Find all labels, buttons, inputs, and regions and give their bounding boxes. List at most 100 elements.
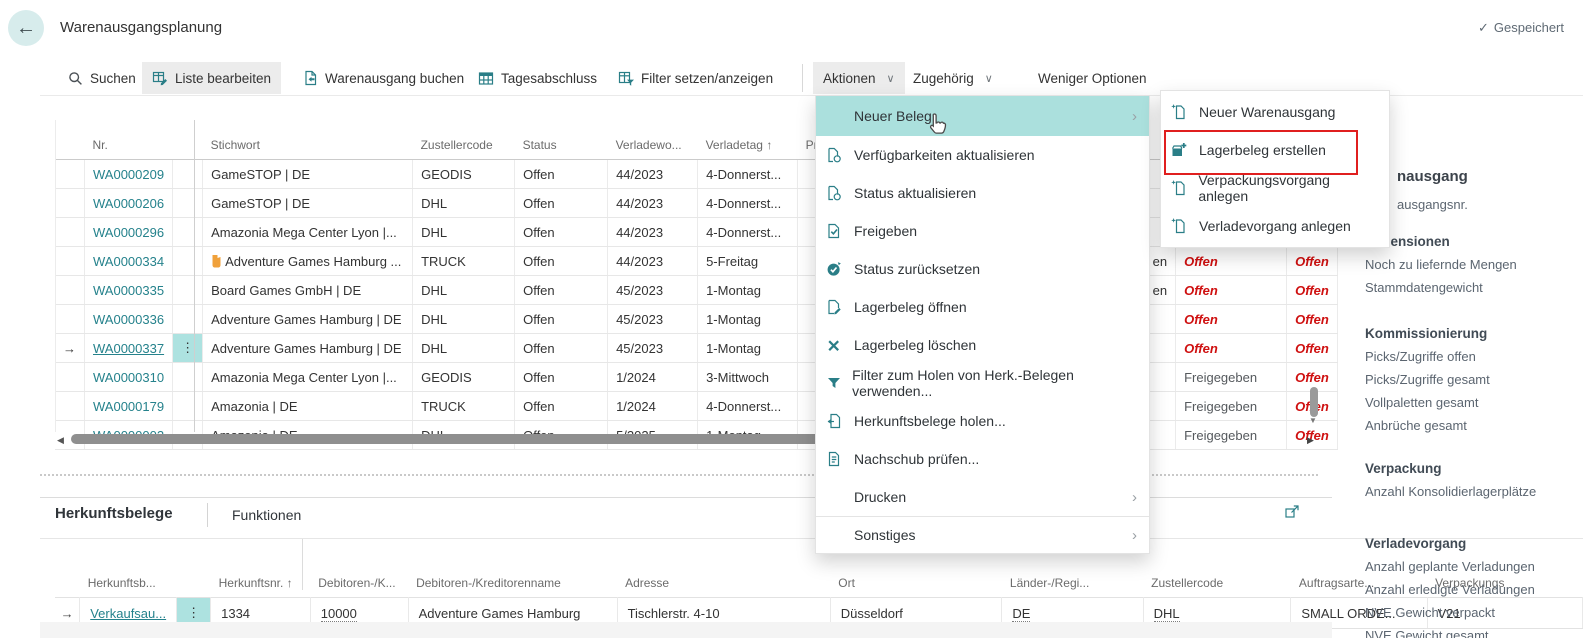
chevron-right-icon: ›: [1132, 527, 1137, 544]
factbox-group-verladevorgang: Verladevorgang Anzahl geplante Verladung…: [1365, 532, 1580, 638]
save-status: ✓Gespeichert: [1478, 20, 1564, 36]
search-icon: [68, 71, 83, 86]
page-title: Warenausgangsplanung: [60, 19, 222, 36]
source-docs-title: Herkunftsbelege: [55, 505, 173, 522]
toolbar-divider: [802, 64, 803, 92]
document-refresh-icon: [826, 185, 842, 201]
calendar-grid-icon: [478, 71, 494, 86]
col-header-status[interactable]: Status: [515, 120, 608, 160]
related-menu-button[interactable]: Zugehörig ∨: [903, 62, 1003, 94]
filter-button[interactable]: Filter setzen/anzeigen: [608, 62, 783, 94]
factbox-field: Stammdatengewicht: [1365, 276, 1580, 299]
freeze-pane-divider: [302, 539, 303, 590]
col-header-herkunftsnr[interactable]: Herkunftsnr. ↑: [211, 538, 311, 598]
factbox-title: nausgang: [1397, 168, 1468, 185]
menu-item-freigeben[interactable]: Freigeben: [816, 212, 1149, 250]
menu-item-status-aktualisieren[interactable]: Status aktualisieren: [816, 174, 1149, 212]
vertical-scrollbar[interactable]: [1310, 387, 1318, 417]
part-divider: [207, 503, 208, 527]
shipment-link: WA0000179: [93, 399, 164, 414]
menu-item-neuer-beleg[interactable]: Neuer Beleg ›: [816, 96, 1149, 136]
menu-item-lagerbeleg-oeffnen[interactable]: Lagerbeleg öffnen: [816, 288, 1149, 326]
get-documents-icon: [826, 413, 842, 429]
menu-item-filter-herk-belege[interactable]: Filter zum Holen von Herk.-Belegen verwe…: [816, 364, 1149, 402]
search-button[interactable]: Suchen: [58, 62, 146, 94]
factbox-field: NVE Gewicht gesamt: [1365, 624, 1580, 638]
selected-row-arrow-icon: →: [63, 341, 76, 356]
factbox-group-verpackung: Verpackung Anzahl Konsolidierlagerplätze: [1365, 457, 1580, 503]
new-document-icon: [1171, 104, 1187, 120]
hscroll-right-arrow-icon[interactable]: ▶: [1307, 435, 1314, 446]
factbox-field: NVE Gewicht verpackt: [1365, 601, 1580, 624]
factbox-field: Anzahl Konsolidierlagerplätze: [1365, 480, 1580, 503]
open-in-window-icon: [1284, 504, 1300, 520]
popout-button[interactable]: [1284, 504, 1300, 525]
shipment-link: WA0000310: [93, 370, 164, 385]
ellipsis-icon: ⋮: [181, 340, 194, 355]
vscroll-down-arrow-icon[interactable]: ▼: [1309, 416, 1317, 425]
shipment-link: WA0000337: [93, 341, 164, 356]
document-edit-icon: [826, 299, 842, 315]
factbox-field: Anzahl geplante Verladungen: [1365, 555, 1580, 578]
document-refresh-icon: [826, 147, 842, 163]
col-header-debitor[interactable]: Debitoren-/K...: [310, 538, 408, 598]
edit-list-icon: [152, 70, 168, 86]
delete-x-icon: [826, 337, 842, 353]
factbox-group-kommissionierung: Kommissionierung Picks/Zugriffe offen Pi…: [1365, 322, 1580, 437]
note-flag-icon: [211, 254, 222, 268]
edit-list-button[interactable]: Liste bearbeiten: [142, 62, 281, 94]
col-header-herkunftsbeleg[interactable]: Herkunftsb...: [80, 538, 177, 598]
check-icon: ✓: [1478, 20, 1489, 35]
col-header-verladetag[interactable]: Verladetag ↑: [698, 120, 798, 160]
menu-item-verfuegbarkeiten-aktualisieren[interactable]: Verfügbarkeiten aktualisieren: [816, 136, 1149, 174]
day-end-button[interactable]: Tagesabschluss: [468, 62, 607, 94]
check-replenishment-icon: [826, 451, 842, 467]
business-central-page: ← Warenausgangsplanung ✓Gespeichert Such…: [0, 0, 1583, 638]
new-document-icon: [1171, 180, 1187, 196]
menu-item-status-zuruecksetzen[interactable]: Status zurücksetzen: [816, 250, 1149, 288]
submenu-item-lagerbeleg-erstellen[interactable]: Lagerbeleg erstellen: [1161, 131, 1389, 169]
functions-menu-button[interactable]: Funktionen: [232, 507, 301, 523]
menu-item-sonstiges[interactable]: Sonstiges ›: [816, 517, 1149, 553]
shipment-link: WA0000209: [93, 167, 164, 182]
new-document-icon: [1171, 218, 1187, 234]
menu-item-drucken[interactable]: Drucken ›: [816, 478, 1149, 516]
grid-filter-icon: [618, 71, 634, 86]
source-doc-link: Verkaufsau...: [90, 606, 166, 621]
factbox-field: Vollpaletten gesamt: [1365, 391, 1580, 414]
col-header-zustellercode[interactable]: Zustellercode: [413, 120, 515, 160]
col-header-stichwort[interactable]: Stichwort: [203, 120, 413, 160]
col-header-adresse[interactable]: Adresse: [617, 538, 830, 598]
sort-ascending-icon: ↑: [766, 138, 772, 152]
freeze-pane-divider: [194, 120, 195, 432]
table-left-border: [55, 120, 56, 432]
ellipsis-icon: ⋮: [187, 605, 200, 620]
actions-menu-button[interactable]: Aktionen ∨: [813, 62, 905, 94]
col-header-debitorname[interactable]: Debitoren-/Kreditorenname: [408, 538, 617, 598]
menu-item-herkunftsbelege-holen[interactable]: Herkunftsbelege holen...: [816, 402, 1149, 440]
fewer-options-button[interactable]: Weniger Optionen: [1028, 62, 1157, 94]
neuer-beleg-submenu: Neuer Warenausgang Lagerbeleg erstellen …: [1160, 90, 1390, 248]
selected-row-arrow-icon: →: [61, 606, 74, 621]
col-header-zustellercode[interactable]: Zustellercode: [1143, 538, 1291, 598]
actions-dropdown-menu: Neuer Beleg › Verfügbarkeiten aktualisie…: [815, 95, 1150, 554]
back-button[interactable]: ←: [8, 10, 44, 46]
shipment-link: WA0000296: [93, 225, 164, 240]
col-header-verladewoche[interactable]: Verladewo...: [608, 120, 698, 160]
col-header-nr[interactable]: Nr.: [85, 120, 173, 160]
post-document-icon: [303, 70, 318, 86]
submenu-item-verpackungsvorgang-anlegen[interactable]: Verpackungsvorgang anlegen: [1161, 169, 1389, 207]
row-context-menu[interactable]: ⋮: [173, 334, 203, 363]
document-check-icon: [826, 223, 842, 239]
menu-item-nachschub-pruefen[interactable]: Nachschub prüfen...: [816, 440, 1149, 478]
filter-funnel-icon: [826, 375, 842, 391]
hscroll-left-arrow-icon[interactable]: ◀: [57, 435, 64, 446]
shipment-link: WA0000336: [93, 312, 164, 327]
create-warehouse-doc-icon: [1171, 142, 1187, 158]
submenu-item-neuer-warenausgang[interactable]: Neuer Warenausgang: [1161, 93, 1389, 131]
submenu-item-verladevorgang-anlegen[interactable]: Verladevorgang anlegen: [1161, 207, 1389, 245]
post-shipment-button[interactable]: Warenausgang buchen: [293, 62, 474, 94]
sort-ascending-icon: ↑: [287, 576, 293, 590]
menu-item-lagerbeleg-loeschen[interactable]: Lagerbeleg löschen: [816, 326, 1149, 364]
factbox-group-dimensionen: Dimensionen Noch zu liefernde Mengen Sta…: [1365, 230, 1580, 299]
